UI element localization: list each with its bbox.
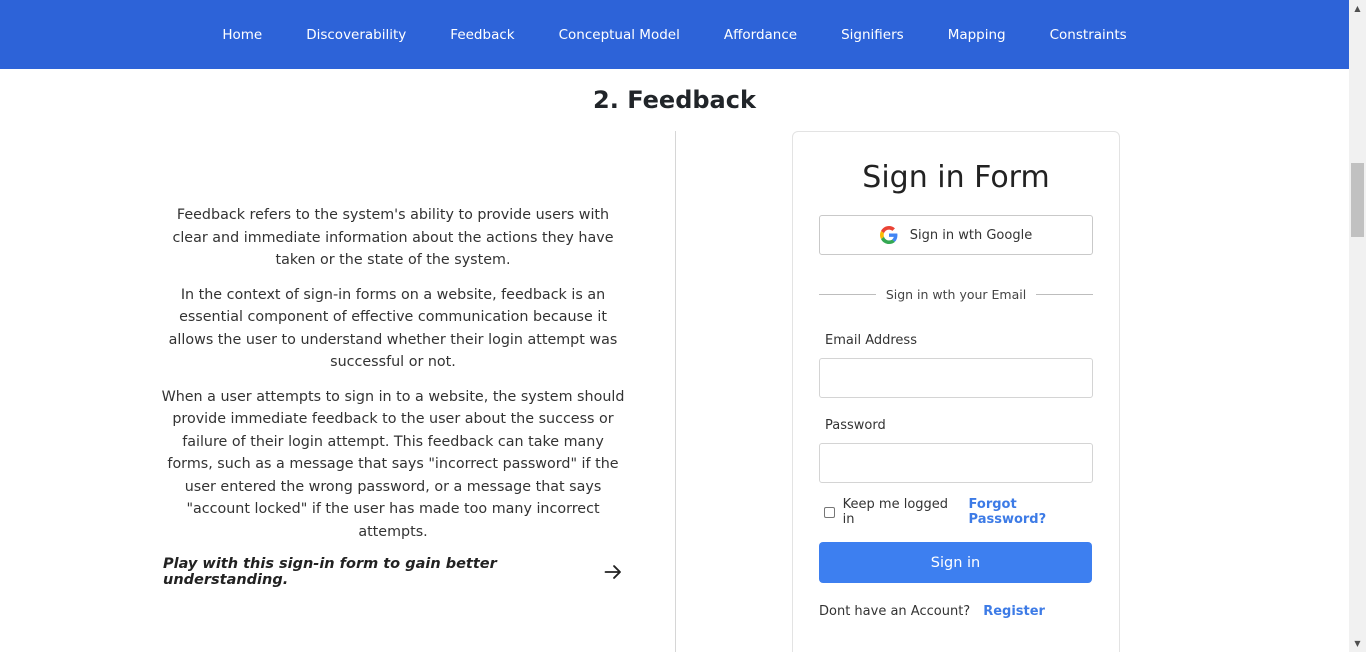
- form-title: Sign in Form: [862, 160, 1050, 195]
- section-title: 2. Feedback: [593, 86, 756, 114]
- password-label: Password: [825, 418, 886, 433]
- top-navbar: Home Discoverability Feedback Conceptual…: [0, 0, 1349, 69]
- scrollbar-thumb[interactable]: [1351, 163, 1364, 237]
- divider-line-left: [819, 293, 876, 295]
- divider-line-right: [1036, 293, 1094, 295]
- feedback-description: Feedback refers to the system's ability …: [160, 204, 626, 555]
- register-row: Dont have an Account? Register: [819, 604, 1045, 619]
- paragraph-2: In the context of sign-in forms on a web…: [168, 286, 618, 371]
- arrow-right-icon: [604, 565, 621, 579]
- cta-line: Play with this sign-in form to gain bett…: [163, 556, 623, 588]
- nav-affordance[interactable]: Affordance: [702, 27, 819, 43]
- paragraph-3: When a user attempts to sign in to a web…: [161, 388, 625, 540]
- no-account-text: Dont have an Account?: [819, 604, 971, 619]
- nav-conceptual-model[interactable]: Conceptual Model: [537, 27, 702, 43]
- nav-home[interactable]: Home: [200, 27, 284, 43]
- cta-text: Play with this sign-in form to gain bett…: [163, 556, 497, 588]
- scroll-up-icon[interactable]: ▲: [1349, 0, 1366, 17]
- vertical-divider: [675, 131, 676, 652]
- google-signin-button[interactable]: Sign in wth Google: [819, 215, 1093, 255]
- page-scrollbar[interactable]: ▲ ▼: [1349, 0, 1366, 652]
- paragraph-1: Feedback refers to the system's ability …: [172, 207, 614, 268]
- nav-signifiers[interactable]: Signifiers: [819, 27, 926, 43]
- divider-text: Sign in wth your Email: [885, 286, 1027, 302]
- remember-row: Keep me logged in Forgot Password?: [824, 497, 1094, 527]
- register-link[interactable]: Register: [983, 604, 1045, 619]
- remember-label: Keep me logged in: [842, 497, 949, 527]
- nav-feedback[interactable]: Feedback: [428, 27, 536, 43]
- google-button-label: Sign in wth Google: [909, 227, 1033, 243]
- nav-constraints[interactable]: Constraints: [1028, 27, 1149, 43]
- password-field[interactable]: [819, 443, 1093, 483]
- nav-list: Home Discoverability Feedback Conceptual…: [200, 27, 1148, 43]
- google-icon: [879, 226, 898, 244]
- email-field[interactable]: [819, 358, 1093, 398]
- scroll-down-icon[interactable]: ▼: [1349, 635, 1366, 652]
- nav-mapping[interactable]: Mapping: [926, 27, 1028, 43]
- nav-discoverability[interactable]: Discoverability: [284, 27, 428, 43]
- remember-checkbox[interactable]: [824, 506, 835, 518]
- signin-button[interactable]: Sign in: [819, 542, 1092, 583]
- forgot-password-link[interactable]: Forgot Password?: [969, 497, 1094, 527]
- email-label: Email Address: [825, 333, 917, 348]
- email-divider: Sign in wth your Email: [819, 284, 1094, 304]
